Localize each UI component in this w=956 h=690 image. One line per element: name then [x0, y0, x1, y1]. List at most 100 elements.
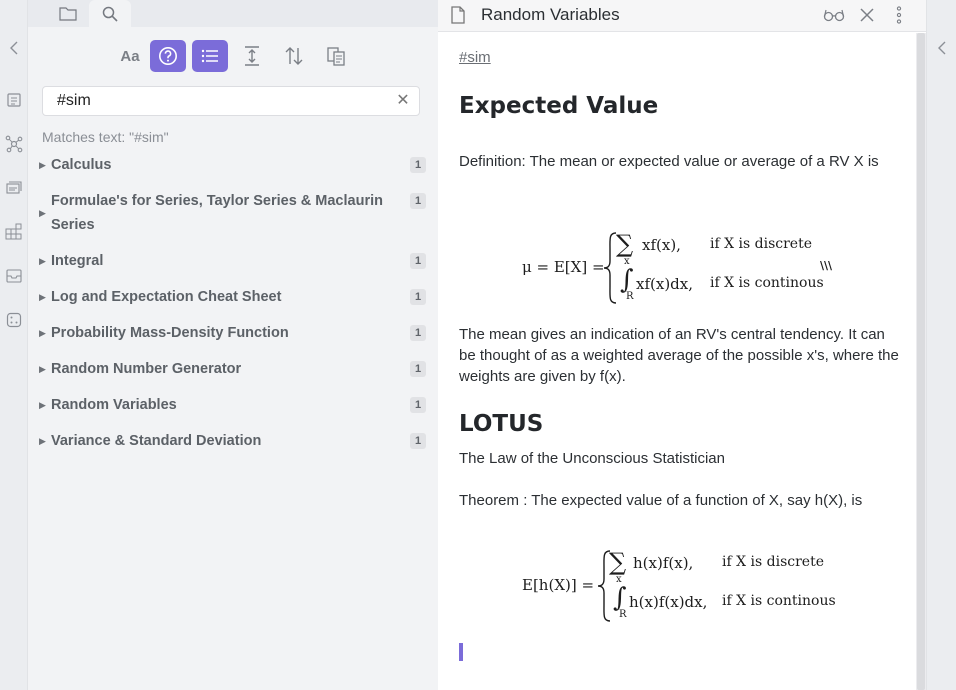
eq2-row1-cond: if X is discrete	[722, 554, 824, 570]
match-case-button[interactable]: Aa	[112, 40, 148, 72]
editor-header: Random Variables	[438, 0, 926, 32]
result-item[interactable]: ▶ Formulae's for Series, Taylor Series &…	[28, 186, 438, 246]
open-switcher-icon[interactable]	[4, 90, 24, 110]
context-icon	[245, 46, 259, 66]
result-title[interactable]: Formulae's for Series, Taylor Series & M…	[51, 189, 391, 237]
tag-link[interactable]: #sim	[459, 49, 491, 66]
reading-view-button[interactable]	[822, 5, 846, 25]
theorem-paragraph: Theorem : The expected value of a functi…	[459, 492, 863, 509]
result-item[interactable]: ▶ Random Number Generator 1	[28, 354, 438, 390]
result-count-badge: 1	[410, 289, 426, 305]
sum-symbol-icon: ∑	[609, 548, 627, 576]
result-title[interactable]: Random Number Generator	[51, 357, 391, 381]
match-case-icon: Aa	[120, 47, 140, 65]
caret-right-icon[interactable]: ▶	[39, 256, 47, 266]
sort-button[interactable]	[276, 40, 312, 72]
context-button[interactable]	[234, 40, 270, 72]
eq2-int-subscript: R	[619, 609, 627, 620]
result-item[interactable]: ▶ Calculus 1	[28, 150, 438, 186]
collapse-left-icon[interactable]	[4, 38, 24, 58]
sidebar-tab-bar	[28, 0, 438, 27]
result-count-badge: 1	[410, 193, 426, 209]
eq1-lhs: μ = E[X] =	[522, 258, 605, 276]
result-count-badge: 1	[410, 157, 426, 173]
scrollbar-thumb[interactable]	[917, 33, 925, 690]
matches-label: Matches text: "#sim"	[42, 129, 169, 145]
eq1-row1-cond: if X is discrete	[710, 236, 812, 252]
document-icon	[451, 6, 465, 24]
result-title[interactable]: Calculus	[51, 153, 391, 177]
eq2-lhs: E[h(X)] =	[522, 576, 595, 594]
caret-right-icon[interactable]: ▶	[39, 364, 47, 374]
search-icon	[102, 6, 118, 22]
result-title[interactable]: Log and Expectation Cheat Sheet	[51, 285, 391, 309]
result-count-badge: 1	[410, 433, 426, 449]
right-ribbon	[926, 0, 956, 690]
caret-right-icon[interactable]: ▶	[39, 436, 47, 446]
slides-icon[interactable]	[4, 178, 24, 198]
search-box: ✕	[42, 86, 420, 116]
result-title[interactable]: Random Variables	[51, 393, 391, 417]
eq2-row1-expr: h(x)f(x),	[633, 554, 694, 572]
eq1-int-subscript: R	[626, 291, 634, 302]
explain-search-button[interactable]	[150, 40, 186, 72]
archive-icon[interactable]	[4, 266, 24, 286]
graph-view-icon[interactable]	[4, 134, 24, 154]
more-options-button[interactable]	[888, 5, 910, 25]
templates-icon[interactable]	[4, 222, 24, 242]
close-tab-button[interactable]	[856, 5, 878, 25]
tab-search[interactable]	[89, 0, 131, 27]
close-icon[interactable]: ✕	[395, 93, 411, 109]
result-item[interactable]: ▶ Random Variables 1	[28, 390, 438, 426]
caret-right-icon[interactable]: ▶	[39, 292, 47, 302]
random-note-icon[interactable]	[4, 310, 24, 330]
search-results: ▶ Calculus 1 ▶ Formulae's for Series, Ta…	[28, 150, 438, 462]
copy-results-icon	[327, 47, 345, 66]
result-item[interactable]: ▶ Probability Mass-Density Function 1	[28, 318, 438, 354]
eq2-row2-cond: if X is continous	[722, 593, 836, 609]
left-sidebar: Aa ✕ Matches text: "#sim" ▶ Calculus 1 ▶…	[28, 0, 438, 690]
eq1-row1-expr: xf(x),	[642, 236, 681, 254]
search-input[interactable]	[57, 87, 377, 115]
mean-paragraph: The mean gives an indication of an RV's …	[459, 326, 899, 385]
caret-right-icon[interactable]: ▶	[39, 400, 47, 410]
collapse-results-icon	[201, 49, 218, 63]
result-title[interactable]: Probability Mass-Density Function	[51, 321, 391, 345]
result-count-badge: 1	[410, 397, 426, 413]
eq1-row2-expr: xf(x)dx,	[636, 275, 694, 293]
collapse-results-button[interactable]	[192, 40, 228, 72]
scribble-mark: \\\	[820, 259, 833, 272]
caret-right-icon[interactable]: ▶	[39, 160, 47, 170]
left-ribbon	[0, 0, 28, 690]
result-count-badge: 1	[410, 325, 426, 341]
result-title[interactable]: Integral	[51, 249, 391, 273]
scrollbar[interactable]	[916, 33, 926, 690]
caret-right-icon[interactable]: ▶	[39, 208, 47, 218]
tab-files[interactable]	[48, 0, 88, 27]
result-count-badge: 1	[410, 253, 426, 269]
result-title[interactable]: Variance & Standard Deviation	[51, 429, 391, 453]
note-content[interactable]: #sim Expected Value Definition: The mean…	[438, 33, 916, 690]
document-title[interactable]: Random Variables	[481, 5, 620, 25]
definition-paragraph: Definition: The mean or expected value o…	[459, 153, 879, 170]
sum-symbol-icon: ∑	[616, 230, 634, 258]
sort-icon	[285, 47, 303, 65]
editor-pane: Random Variables #sim Expected Value Def…	[438, 0, 926, 690]
result-item[interactable]: ▶ Integral 1	[28, 246, 438, 282]
heading-lotus: LOTUS	[459, 411, 544, 437]
heading-expected-value: Expected Value	[459, 93, 659, 119]
close-icon	[860, 8, 874, 22]
result-count-badge: 1	[410, 361, 426, 377]
text-cursor	[459, 643, 463, 661]
result-item[interactable]: ▶ Variance & Standard Deviation 1	[28, 426, 438, 462]
eq1-row2-cond: if X is continous	[710, 275, 824, 291]
result-item[interactable]: ▶ Log and Expectation Cheat Sheet 1	[28, 282, 438, 318]
folder-icon	[59, 7, 77, 21]
more-vertical-icon	[896, 6, 902, 24]
eq2-row2-expr: h(x)f(x)dx,	[629, 593, 708, 611]
glasses-icon	[823, 9, 845, 22]
copy-results-button[interactable]	[318, 40, 354, 72]
expand-right-sidebar-icon[interactable]	[932, 38, 952, 58]
lotus-subtitle: The Law of the Unconscious Statistician	[459, 450, 725, 467]
caret-right-icon[interactable]: ▶	[39, 328, 47, 338]
